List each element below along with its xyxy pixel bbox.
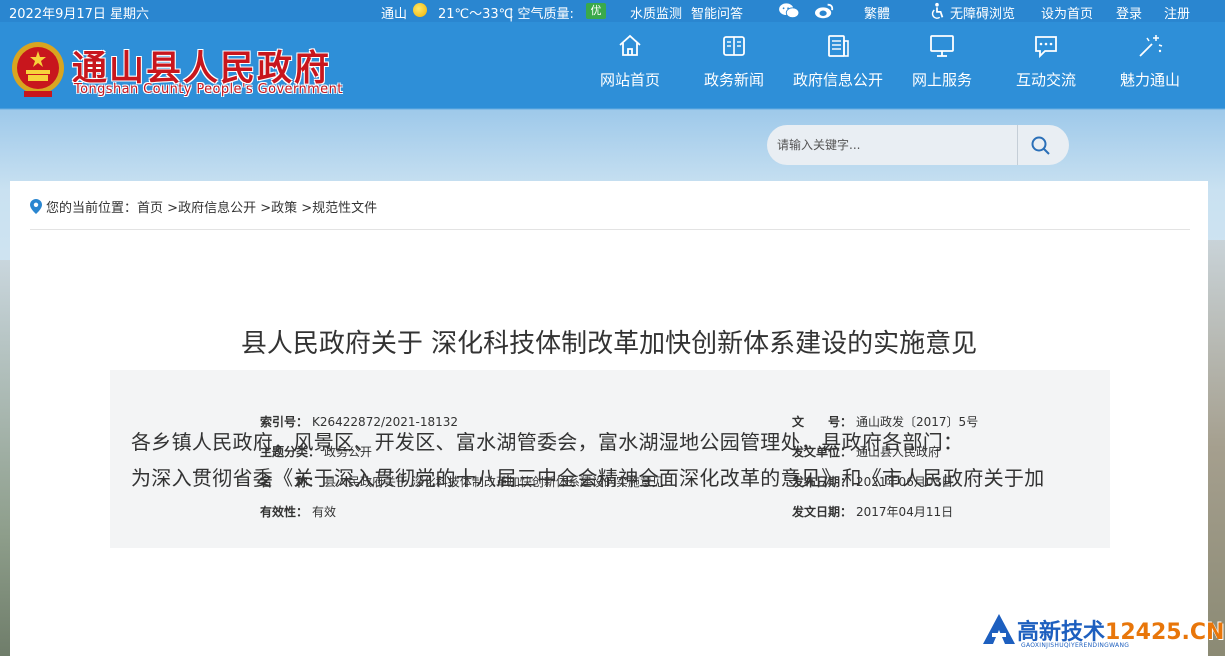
meta-validity-label: 有效性： <box>260 503 308 520</box>
location-pin-icon <box>30 199 42 214</box>
watermark-logo: 高新技术12425.CN GAOXINJISHUQIYERENDINGWANG <box>981 608 1225 656</box>
watermark-a-icon <box>983 614 1015 644</box>
meta-validity: 有效性：有效 <box>260 503 336 520</box>
background-scenery-left <box>0 260 10 656</box>
meta-validity-value: 有效 <box>312 503 336 520</box>
set-homepage-link[interactable]: 设为首页 <box>1041 3 1093 22</box>
wechat-icon[interactable] <box>778 2 800 20</box>
meta-issue-date: 发文日期：2017年04月11日 <box>792 503 953 520</box>
search-divider <box>1017 125 1018 165</box>
weather-temp: 21℃～33℃ <box>438 3 513 22</box>
breadcrumb-prefix: 您的当前位置： <box>46 201 137 216</box>
search-input[interactable] <box>777 131 1017 159</box>
document-body-line-1: 各乡镇人民政府，风景区、开发区、富水湖管委会，富水湖湿地公园管理处，县政府各部门… <box>131 426 963 455</box>
register-link[interactable]: 注册 <box>1164 3 1190 22</box>
content-card: 您的当前位置：首页 >政府信息公开 >政策 >规范性文件 县人民政府关于 深化科… <box>10 181 1208 656</box>
current-date: 2022年9月17日 星期六 <box>9 3 149 22</box>
breadcrumb-normative-docs[interactable]: >规范性文件 <box>301 201 377 216</box>
news-icon <box>720 32 748 60</box>
document-meta-table: 索引号：K26422872/2021-18132 主题分类：政务公开 名 称：县… <box>110 370 1110 548</box>
nav-news-label: 政务新闻 <box>684 69 784 90</box>
site-subtitle: Tongshan County People's Government <box>74 82 343 97</box>
nav-news[interactable]: 政务新闻 <box>684 32 784 104</box>
traditional-chinese-link[interactable]: 繁體 <box>864 3 890 22</box>
breadcrumb-divider <box>30 229 1190 230</box>
nav-info-disclosure[interactable]: 政府信息公开 <box>788 32 888 104</box>
top-info-bar: 2022年9月17日 星期六 通山 21℃～33℃ | 空气质量: 优 水质监测… <box>0 0 1225 22</box>
document-icon <box>824 32 852 60</box>
meta-issue-date-label: 发文日期： <box>792 503 852 520</box>
city-name: 通山 <box>381 3 407 22</box>
accessibility-link[interactable]: 无障碍浏览 <box>950 3 1015 22</box>
nav-charm-tongshan-label: 魅力通山 <box>1100 69 1200 90</box>
document-body-line-2: 为深入贯彻省委《关于深入贯彻党的十八届三中全会精神全面深化改革的意见》和《市人民… <box>131 462 1045 491</box>
link-smart-qa[interactable]: 智能问答 <box>691 3 743 22</box>
national-emblem-logo[interactable] <box>10 39 66 99</box>
background-scenery-right <box>1208 240 1225 656</box>
home-icon <box>616 32 644 60</box>
breadcrumb-policy[interactable]: >政策 <box>260 201 297 216</box>
search-bar <box>767 125 1069 165</box>
breadcrumb-home[interactable]: 首页 <box>137 201 163 216</box>
accessibility-icon <box>928 2 946 20</box>
meta-issue-date-value: 2017年04月11日 <box>856 503 953 520</box>
nav-online-service-label: 网上服务 <box>892 69 992 90</box>
weibo-icon[interactable] <box>813 2 835 20</box>
nav-home-label: 网站首页 <box>580 69 680 90</box>
login-link[interactable]: 登录 <box>1116 3 1142 22</box>
search-icon[interactable] <box>1029 134 1053 158</box>
sun-icon <box>413 3 427 17</box>
breadcrumb-info-disclosure[interactable]: >政府信息公开 <box>167 201 256 216</box>
sparkle-icon <box>1136 32 1164 60</box>
nav-charm-tongshan[interactable]: 魅力通山 <box>1100 32 1200 104</box>
nav-online-service[interactable]: 网上服务 <box>892 32 992 104</box>
breadcrumb: 您的当前位置：首页 >政府信息公开 >政策 >规范性文件 <box>30 197 377 216</box>
air-quality-badge: 优 <box>586 3 606 19</box>
link-water-monitor[interactable]: 水质监测 <box>630 3 682 22</box>
nav-interaction-label: 互动交流 <box>996 69 1096 90</box>
air-quality-label: | 空气质量: <box>509 3 574 22</box>
chat-icon <box>1032 32 1060 60</box>
nav-home[interactable]: 网站首页 <box>580 32 680 104</box>
document-title: 县人民政府关于 深化科技体制改革加快创新体系建设的实施意见 <box>10 323 1208 360</box>
watermark-subtext: GAOXINJISHUQIYERENDINGWANG <box>1021 642 1129 649</box>
monitor-icon <box>928 32 956 60</box>
site-header: 通山县人民政府 Tongshan County People's Governm… <box>0 22 1225 108</box>
nav-info-disclosure-label: 政府信息公开 <box>788 69 888 90</box>
nav-interaction[interactable]: 互动交流 <box>996 32 1096 104</box>
